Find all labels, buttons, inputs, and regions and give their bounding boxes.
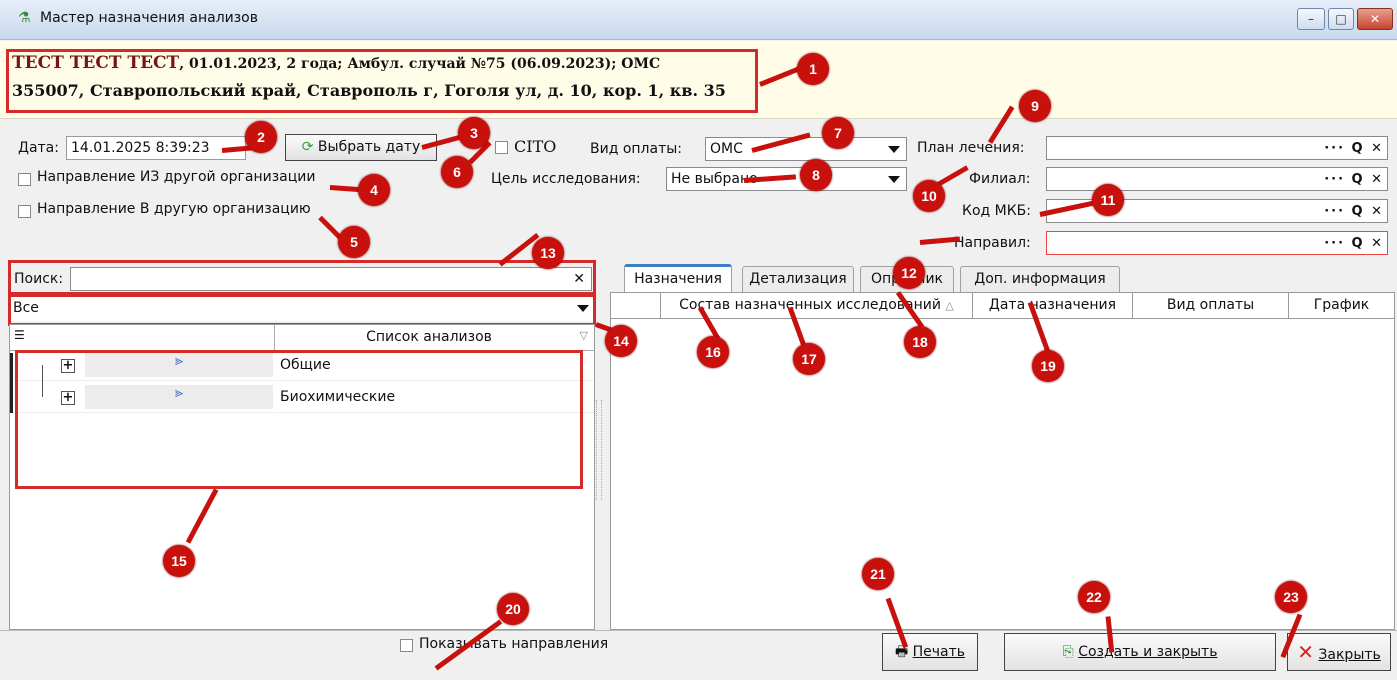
- marker-21: 21: [862, 558, 894, 590]
- choose-date-button[interactable]: ⟳ Выбрать дату: [285, 134, 437, 161]
- marker-20: 20: [497, 593, 529, 625]
- tab-extra-info[interactable]: Доп. информация: [960, 266, 1120, 292]
- sort-icon: △: [945, 299, 954, 312]
- marker-18: 18: [904, 326, 936, 358]
- chevron-down-icon: [888, 146, 900, 153]
- purpose-label: Цель исследования:: [491, 171, 641, 187]
- marker-13: 13: [532, 237, 564, 269]
- tree-header-label: Список анализов: [366, 329, 492, 345]
- date-label: Дата:: [18, 140, 59, 156]
- marker-22: 22: [1078, 581, 1110, 613]
- grid-row-header: [611, 293, 661, 319]
- splitter-handle[interactable]: [596, 400, 602, 500]
- cito-label: CITO: [514, 137, 557, 156]
- lookup-buttons[interactable]: ··· Q ✕: [1324, 233, 1384, 254]
- sort-icon[interactable]: ▽: [580, 329, 588, 342]
- refresh-icon: ⟳: [301, 139, 314, 155]
- branch-label: Филиал:: [969, 171, 1031, 187]
- referrer-field[interactable]: ··· Q ✕: [1046, 231, 1388, 255]
- lookup-buttons[interactable]: ··· Q ✕: [1324, 138, 1384, 159]
- payment-value: ОМС: [710, 141, 743, 157]
- minimize-button[interactable]: –: [1297, 8, 1325, 30]
- marker-11: 11: [1092, 184, 1124, 216]
- tree-header: ☰ Список анализов ▽: [10, 325, 594, 351]
- highlight-filter: [8, 294, 596, 326]
- annotation-arrow: [329, 185, 361, 193]
- highlight-search: [8, 260, 596, 295]
- close-button[interactable]: ✕ Закрыть: [1287, 633, 1391, 671]
- plan-label: План лечения:: [917, 140, 1025, 156]
- marker-10: 10: [913, 180, 945, 212]
- show-directions-checkbox[interactable]: [400, 639, 413, 652]
- highlight-tree: [15, 350, 583, 489]
- marker-8: 8: [800, 159, 832, 191]
- marker-5: 5: [338, 226, 370, 258]
- column-chooser-icon[interactable]: ☰: [14, 328, 25, 342]
- grid-col-schedule[interactable]: График: [1289, 293, 1394, 319]
- payment-label: Вид оплаты:: [590, 141, 683, 157]
- marker-19: 19: [1032, 350, 1064, 382]
- create-close-label: Создать и закрыть: [1078, 644, 1218, 660]
- lookup-buttons[interactable]: ··· Q ✕: [1324, 169, 1384, 190]
- marker-16: 16: [697, 336, 729, 368]
- tree-line: [10, 353, 13, 413]
- close-label: Закрыть: [1318, 647, 1381, 663]
- close-icon: ✕: [1297, 640, 1314, 664]
- to-org-label: Направление В другую организацию: [37, 201, 311, 217]
- marker-1: 1: [797, 53, 829, 85]
- title-bar: ⚗ Мастер назначения анализов – □ ✕: [0, 0, 1397, 40]
- flask-icon: ⚗: [18, 10, 31, 26]
- annotation-arrow: [936, 165, 969, 187]
- tab-details[interactable]: Детализация: [742, 266, 854, 292]
- tab-assignments[interactable]: Назначения: [624, 264, 732, 292]
- mkb-label: Код МКБ:: [962, 203, 1031, 219]
- marker-12: 12: [893, 257, 925, 289]
- from-org-label: Направление ИЗ другой организации: [37, 169, 316, 185]
- chevron-down-icon: [888, 176, 900, 183]
- payment-select[interactable]: ОМС: [705, 137, 907, 161]
- app-window: ⚗ Мастер назначения анализов – □ ✕ ТЕСТ …: [0, 0, 1397, 680]
- marker-4: 4: [358, 174, 390, 206]
- marker-14: 14: [605, 325, 637, 357]
- window-title: Мастер назначения анализов: [40, 10, 258, 26]
- date-input[interactable]: 14.01.2025 8:39:23: [66, 136, 246, 160]
- to-org-checkbox[interactable]: [18, 205, 31, 218]
- marker-17: 17: [793, 343, 825, 375]
- footer-bar: Показывать направления 🖶 Печать ⎘ Создат…: [0, 630, 1397, 680]
- marker-9: 9: [1019, 90, 1051, 122]
- choose-date-label: Выбрать дату: [317, 139, 421, 155]
- marker-23: 23: [1275, 581, 1307, 613]
- close-window-button[interactable]: ✕: [1357, 8, 1393, 30]
- print-button[interactable]: 🖶 Печать: [882, 633, 978, 671]
- highlight-patient: [6, 49, 758, 113]
- print-label: Печать: [912, 644, 966, 660]
- lookup-buttons[interactable]: ··· Q ✕: [1324, 201, 1384, 222]
- plan-field[interactable]: ··· Q ✕: [1046, 136, 1388, 160]
- save-icon: ⎘: [1062, 644, 1074, 660]
- assignments-grid: Состав назначенных исследований △ Дата н…: [610, 292, 1395, 630]
- referrer-label: Направил:: [954, 235, 1031, 251]
- cito-checkbox[interactable]: [495, 141, 508, 154]
- from-org-checkbox[interactable]: [18, 173, 31, 186]
- marker-2: 2: [245, 121, 277, 153]
- grid-col-date[interactable]: Дата назначения: [973, 293, 1133, 319]
- grid-col-payment[interactable]: Вид оплаты: [1133, 293, 1289, 319]
- maximize-button[interactable]: □: [1328, 8, 1354, 30]
- create-close-button[interactable]: ⎘ Создать и закрыть: [1004, 633, 1276, 671]
- marker-6: 6: [441, 156, 473, 188]
- marker-7: 7: [822, 117, 854, 149]
- marker-3: 3: [458, 117, 490, 149]
- marker-15: 15: [163, 545, 195, 577]
- show-directions-label: Показывать направления: [419, 636, 609, 652]
